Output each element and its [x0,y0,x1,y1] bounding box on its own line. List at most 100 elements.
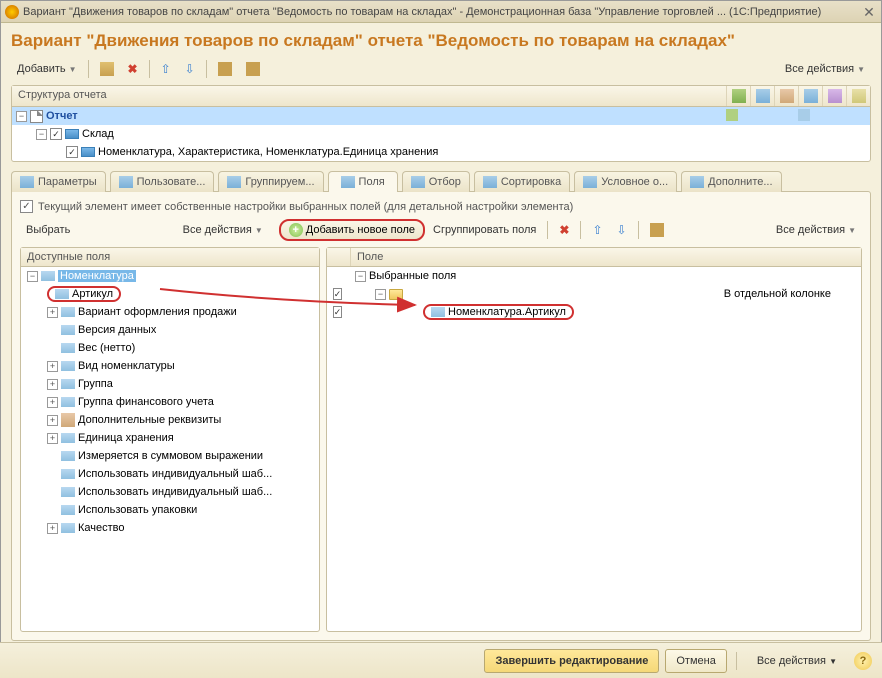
field-icon [61,487,75,497]
tab-icon [411,176,425,188]
all-actions-left-button[interactable]: Все действия▼ [177,221,269,239]
checkbox-icon[interactable]: ✓ [50,128,62,140]
expand-icon[interactable]: + [47,379,58,390]
tab-filter[interactable]: Отбор [402,171,470,192]
group-fields-button[interactable]: Сгруппировать поля [427,221,542,239]
selected-field-row[interactable]: ✓ Номенклатура.Артикул [327,303,861,321]
hdr-col-icon[interactable] [846,86,870,106]
tab-conditional[interactable]: Условное о... [574,171,677,192]
expand-icon[interactable]: + [47,397,58,408]
field-row[interactable]: +Вид номенклатуры [21,357,319,375]
field-row-root[interactable]: − Номенклатура [21,267,319,285]
cancel-button[interactable]: Отмена [665,649,726,673]
field-row[interactable]: Использовать индивидуальный шаб... [21,483,319,501]
move-up-button[interactable]: ⇧ [155,59,177,79]
page-icon [30,110,43,123]
all-actions-button[interactable]: Все действия▼ [779,60,871,78]
checkbox-icon[interactable]: ✓ [333,306,343,318]
field-row[interactable]: Версия данных [21,321,319,339]
field-row[interactable]: +Единица хранения [21,429,319,447]
collapse-icon[interactable]: − [36,129,47,140]
field-row[interactable]: Измеряется в суммовом выражении [21,447,319,465]
field-icon [61,325,75,335]
move-up-field-button[interactable]: ⇧ [586,220,608,240]
window-title: Вариант "Движения товаров по складам" от… [23,6,861,18]
checkbox-icon[interactable]: ✓ [333,288,343,300]
finish-editing-button[interactable]: Завершить редактирование [484,649,659,673]
field-row[interactable]: +Группа финансового учета [21,393,319,411]
field-icon [61,379,75,389]
expand-icon[interactable]: + [47,361,58,372]
field-row[interactable]: Использовать упаковки [21,501,319,519]
toolbar-btn-1[interactable] [94,59,120,79]
hdr-col-icon[interactable] [726,86,750,106]
add-button[interactable]: Добавить▼ [11,60,83,78]
tab-parameters[interactable]: Параметры [11,171,106,192]
field-row[interactable]: Артикул [21,285,319,303]
all-actions-right-button[interactable]: Все действия▼ [770,221,862,239]
tab-icon [227,176,241,188]
tab-icon [483,176,497,188]
expand-icon[interactable]: + [47,415,58,426]
add-new-field-button[interactable]: + Добавить новое поле [279,219,425,241]
field-icon [55,289,69,299]
field-row[interactable]: +Группа [21,375,319,393]
toolbar-btn-5[interactable] [212,59,238,79]
tab-body: ✓ Текущий элемент имеет собственные наст… [11,191,871,641]
hdr-col-icon[interactable] [750,86,774,106]
collapse-icon[interactable]: − [355,271,366,282]
main-toolbar: Добавить▼ ✖ ⇧ ⇩ Все действия▼ [11,59,871,79]
field-icon [61,469,75,479]
fields-toolbar: Выбрать Все действия▼ + Добавить новое п… [20,219,862,241]
tree-row-nomenclature[interactable]: ✓ Номенклатура, Характеристика, Номенкла… [12,143,870,161]
footer: Завершить редактирование Отмена Все дейс… [0,642,882,678]
tab-additional[interactable]: Дополните... [681,171,781,192]
available-fields-panel: Доступные поля − Номенклатура Артикул +В… [20,247,320,632]
toolbar-btn-6[interactable] [240,59,266,79]
collapse-icon[interactable]: − [16,111,27,122]
field-row[interactable]: Использовать индивидуальный шаб... [21,465,319,483]
field-settings-button[interactable] [644,220,670,240]
field-row[interactable]: +Вариант оформления продажи [21,303,319,321]
field-row[interactable]: +Качество [21,519,319,537]
move-down-button[interactable]: ⇩ [179,59,201,79]
select-button[interactable]: Выбрать [20,221,76,239]
hdr-col-icon[interactable] [798,86,822,106]
hdr-col-icon[interactable] [774,86,798,106]
checkbox-icon[interactable]: ✓ [66,146,78,158]
field-icon [61,413,75,427]
field-icon [61,505,75,515]
titlebar: Вариант "Движения товаров по складам" от… [1,1,881,23]
tab-icon [341,176,355,188]
tree-row-report[interactable]: − Отчет [12,107,870,125]
collapse-icon[interactable]: − [27,271,38,282]
own-settings-checkbox[interactable]: ✓ [20,200,33,213]
selected-root-row[interactable]: −Выбранные поля [327,267,861,285]
field-row[interactable]: Вес (нетто) [21,339,319,357]
hdr-col-icon[interactable] [822,86,846,106]
selected-fields-panel: Поле −Выбранные поля ✓ −В отдельной коло… [326,247,862,632]
footer-all-actions-button[interactable]: Все действия ▼ [746,649,848,673]
expand-icon[interactable]: + [47,523,58,534]
group-icon [65,129,79,139]
move-down-field-button[interactable]: ⇩ [611,220,633,240]
close-icon[interactable]: ✕ [861,4,877,20]
page-title: Вариант "Движения товаров по складам" от… [11,31,871,51]
expand-icon[interactable]: + [47,433,58,444]
field-icon [61,397,75,407]
help-icon[interactable]: ? [854,652,872,670]
tab-sort[interactable]: Сортировка [474,171,570,192]
tab-fields[interactable]: Поля [328,171,398,192]
tab-grouping[interactable]: Группируем... [218,171,323,192]
tab-user[interactable]: Пользовате... [110,171,215,192]
selected-group-row[interactable]: ✓ −В отдельной колонке [327,285,861,303]
delete-button[interactable]: ✖ [122,59,144,79]
field-row[interactable]: +Дополнительные реквизиты [21,411,319,429]
folder-icon [389,289,403,300]
delete-field-button[interactable]: ✖ [553,220,575,240]
tree-row-warehouse[interactable]: − ✓ Склад [12,125,870,143]
collapse-icon[interactable]: − [375,289,386,300]
structure-header: Структура отчета [12,86,726,106]
expand-icon[interactable]: + [47,307,58,318]
app-logo-icon [5,5,19,19]
